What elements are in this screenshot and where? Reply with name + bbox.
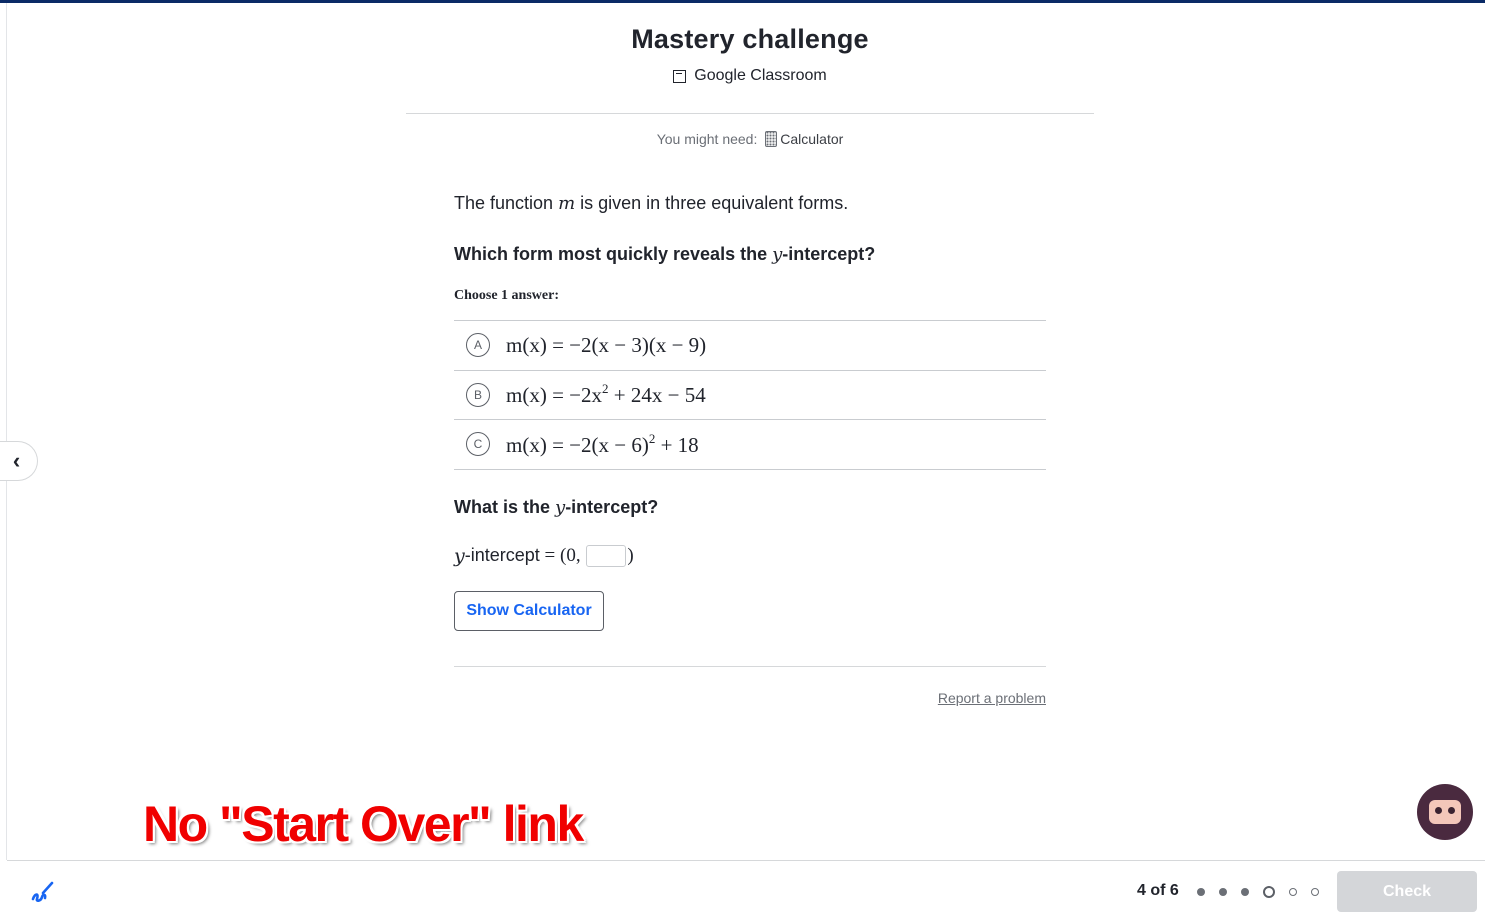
tools-needed-prefix: You might need: (656, 131, 758, 147)
header-divider (406, 113, 1094, 114)
calculator-label: Calculator (780, 131, 844, 147)
progress-dot-todo (1289, 888, 1297, 896)
choice-c-expression: m(x) = −2(x − 6)2 + 18 (506, 431, 699, 458)
choice-a-expression: m(x) = −2(x − 3)(x − 9) (506, 332, 707, 357)
choice-a[interactable]: A m(x) = −2(x − 3)(x − 9) (454, 321, 1046, 371)
calculator-icon (765, 131, 778, 147)
content-divider (454, 666, 1046, 667)
choice-b-expression: m(x) = −2x2 + 24x − 54 (506, 381, 706, 408)
choice-c-expr-pre: m(x) = −2(x − 6) (506, 432, 649, 457)
choice-b-expr-post: + 24x − 54 (608, 383, 706, 408)
progress-count: 4 of 6 (1137, 882, 1179, 899)
avatar-face (1429, 800, 1461, 824)
math-variable: y (772, 244, 783, 265)
check-button[interactable]: Check (1337, 871, 1477, 912)
report-problem-link[interactable]: Report a problem (454, 690, 1046, 706)
math-variable: y (555, 496, 566, 518)
answer-equation: = (0, (539, 544, 586, 566)
answer-close-paren: ) (627, 544, 634, 566)
choice-c[interactable]: C m(x) = −2(x − 6)2 + 18 (454, 420, 1046, 470)
second-prompt: What is the y-intercept? (454, 494, 1046, 521)
answer-choices: A m(x) = −2(x − 3)(x − 9) B m(x) = −2x2 … (454, 320, 1046, 470)
scratchpad-icon[interactable] (29, 879, 55, 905)
question-intro-text: The function (454, 193, 559, 213)
question-area: The function m is given in three equival… (454, 190, 1046, 631)
question-prompt-text: Which form most quickly reveals the (454, 244, 773, 264)
chevron-left-icon: ‹ (12, 448, 21, 473)
top-accent-bar (0, 0, 1485, 3)
progress-dot-current (1263, 886, 1275, 898)
choice-b[interactable]: B m(x) = −2x2 + 24x − 54 (454, 371, 1046, 420)
choice-b-expr-pre: m(x) = −2x (506, 383, 603, 408)
google-classroom-icon (673, 69, 687, 83)
choice-letter-a: A (466, 333, 490, 358)
progress-dots (1197, 886, 1333, 898)
previous-button[interactable]: ‹ (0, 441, 38, 481)
choose-label: Choose 1 answer: (454, 288, 559, 303)
answer-label: -intercept (464, 545, 540, 565)
progress-dot-todo (1311, 888, 1319, 896)
progress-dot-done (1241, 888, 1249, 896)
left-divider (6, 3, 7, 860)
math-variable: m (558, 193, 576, 214)
choice-letter-c: C (466, 432, 490, 457)
answer-row: y -intercept = (0, ) (454, 544, 1046, 567)
avatar-icon[interactable] (1417, 784, 1473, 840)
annotation-caption: No "Start Over" link (143, 796, 584, 852)
progress-dot-done (1197, 888, 1205, 896)
math-variable: y (454, 544, 465, 567)
choice-c-expr-post: + 18 (655, 432, 699, 457)
page-header: Mastery challenge Google Classroom (406, 24, 1094, 88)
y-intercept-input[interactable] (586, 544, 627, 567)
question-intro: The function m is given in three equival… (454, 190, 1046, 217)
question-prompt: Which form most quickly reveals the y-in… (454, 241, 1046, 268)
footer-bar: 4 of 6 Check (7, 860, 1485, 920)
show-calculator-button[interactable]: Show Calculator (454, 590, 604, 631)
choice-letter-b: B (466, 382, 490, 407)
page-title: Mastery challenge (631, 24, 869, 54)
tools-needed: You might need: Calculator (406, 131, 1094, 147)
question-intro-text-end: is given in three equivalent forms. (575, 193, 849, 213)
second-prompt-text-end: -intercept? (565, 496, 659, 517)
second-prompt-text: What is the (454, 496, 556, 517)
progress-dot-done (1219, 888, 1227, 896)
google-classroom-label: Google Classroom (694, 67, 827, 84)
question-prompt-text-end: -intercept? (782, 244, 876, 264)
google-classroom-link[interactable]: Google Classroom (673, 67, 827, 85)
